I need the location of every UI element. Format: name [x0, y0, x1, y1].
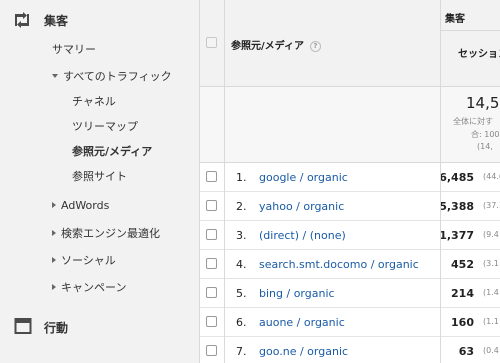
row-checkbox[interactable] — [206, 316, 217, 327]
row-checkbox[interactable] — [206, 171, 217, 182]
behavior-page-icon — [14, 318, 32, 334]
row-checkbox[interactable] — [206, 200, 217, 211]
sessions-percent: (9.4 — [483, 230, 499, 239]
source-medium-link[interactable]: (direct) / (none) — [259, 229, 346, 242]
summary-total: 14,5 — [466, 94, 500, 112]
caret-right-icon — [52, 284, 56, 290]
row-checkbox[interactable] — [206, 229, 217, 240]
sidebar-item-label: 参照サイト — [72, 170, 127, 183]
sidebar-item-all-traffic[interactable]: すべてのトラフィック — [0, 68, 199, 84]
summary-line: (14, — [477, 142, 493, 151]
row-number: 6. — [236, 316, 247, 329]
source-medium-link[interactable]: yahoo / organic — [259, 200, 344, 213]
sessions-header[interactable]: セッション — [458, 45, 500, 60]
table-row: 4. search.smt.docomo / organic 452 (3.1 — [199, 250, 500, 279]
summary-line: 全体に対す — [453, 117, 493, 126]
dimension-header-label: 参照元/メディア — [231, 41, 304, 52]
row-checkbox[interactable] — [206, 345, 217, 356]
sidebar-item-seo[interactable]: 検索エンジン最適化 — [0, 225, 199, 241]
sidebar-item-label: サマリー — [52, 43, 96, 56]
source-medium-link[interactable]: goo.ne / organic — [259, 345, 348, 358]
table-row: 3. (direct) / (none) 1,377 (9.4 — [199, 221, 500, 250]
table-row: 6. auone / organic 160 (1.1 — [199, 308, 500, 337]
table-row: 2. yahoo / organic 5,388 (37.1 — [199, 192, 500, 221]
sidebar-item-label: チャネル — [72, 95, 116, 108]
sessions-value: 5,388 — [439, 200, 474, 213]
sidebar-item-label: キャンペーン — [61, 281, 127, 294]
sessions-percent: (1.4 — [483, 288, 499, 297]
sidebar-section-label: 集客 — [44, 14, 69, 28]
source-medium-link[interactable]: search.smt.docomo / organic — [259, 258, 419, 271]
caret-right-icon — [52, 230, 56, 236]
row-checkbox[interactable] — [206, 258, 217, 269]
caret-right-icon — [52, 202, 56, 208]
sidebar-item-summary[interactable]: サマリー — [0, 41, 199, 57]
sidebar-item-label: 参照元/メディア — [72, 145, 153, 158]
sidebar-section-behavior[interactable]: 行動 — [0, 317, 199, 337]
row-number: 1. — [236, 171, 247, 184]
sessions-percent: (0.4 — [483, 346, 499, 355]
row-number: 4. — [236, 258, 247, 271]
sidebar-item-label: 検索エンジン最適化 — [61, 227, 160, 240]
sidebar-section-label: 行動 — [44, 321, 69, 335]
table-row: 5. bing / organic 214 (1.4 — [199, 279, 500, 308]
column-divider — [224, 0, 225, 363]
table-row: 7. goo.ne / organic 63 (0.4 — [199, 337, 500, 363]
row-number: 2. — [236, 200, 247, 213]
source-medium-link[interactable]: auone / organic — [259, 316, 345, 329]
sidebar-item-channels[interactable]: チャネル — [0, 93, 199, 109]
sidebar: 集客 サマリー すべてのトラフィック チャネル ツリーマップ 参照元/メディア … — [0, 0, 199, 363]
dimension-header[interactable]: 参照元/メディア? — [231, 37, 321, 52]
sessions-value: 63 — [458, 345, 474, 358]
sidebar-item-social[interactable]: ソーシャル — [0, 252, 199, 268]
column-divider — [440, 0, 441, 363]
table-row: 1. google / organic 6,485 (44.6 — [199, 163, 500, 192]
row-checkbox[interactable] — [206, 287, 217, 298]
sessions-value: 214 — [451, 287, 474, 300]
sidebar-item-label: AdWords — [61, 199, 110, 212]
sessions-value: 6,485 — [439, 171, 474, 184]
caret-right-icon — [52, 257, 56, 263]
help-icon[interactable]: ? — [309, 41, 321, 52]
sidebar-item-referrals[interactable]: 参照サイト — [0, 168, 199, 184]
sidebar-item-treemap[interactable]: ツリーマップ — [0, 118, 199, 134]
sessions-value: 1,377 — [439, 229, 474, 242]
select-all-checkbox[interactable] — [206, 37, 217, 48]
sidebar-item-label: すべてのトラフィック — [63, 70, 172, 83]
sidebar-item-label: ソーシャル — [61, 254, 116, 267]
summary-line: 合: 100. — [471, 130, 500, 139]
sessions-percent: (3.1 — [483, 259, 499, 268]
row-number: 5. — [236, 287, 247, 300]
metric-group-label: 集客 — [445, 14, 465, 25]
sessions-value: 160 — [451, 316, 474, 329]
sidebar-item-campaigns[interactable]: キャンペーン — [0, 279, 199, 295]
acquisition-arrows-icon — [15, 12, 29, 28]
row-number: 7. — [236, 345, 247, 358]
sessions-value: 452 — [451, 258, 474, 271]
sessions-percent: (1.1 — [483, 317, 499, 326]
sidebar-item-adwords[interactable]: AdWords — [0, 199, 199, 212]
source-medium-link[interactable]: google / organic — [259, 171, 348, 184]
sessions-percent: (44.6 — [483, 172, 500, 181]
sidebar-section-acquisition[interactable]: 集客 — [0, 10, 199, 30]
table-header: 参照元/メディア? 集客 セッション — [199, 0, 500, 86]
header-divider — [440, 30, 500, 31]
header-bottom-border — [199, 86, 500, 87]
source-medium-link[interactable]: bing / organic — [259, 287, 335, 300]
row-number: 3. — [236, 229, 247, 242]
sidebar-item-label: ツリーマップ — [72, 120, 138, 133]
sidebar-item-source-medium[interactable]: 参照元/メディア — [0, 143, 199, 159]
caret-down-icon — [52, 74, 58, 78]
sidebar-divider — [199, 0, 200, 363]
sessions-percent: (37.1 — [483, 201, 500, 210]
summary-row: 14,5 全体に対す 合: 100. (14, — [199, 86, 500, 162]
